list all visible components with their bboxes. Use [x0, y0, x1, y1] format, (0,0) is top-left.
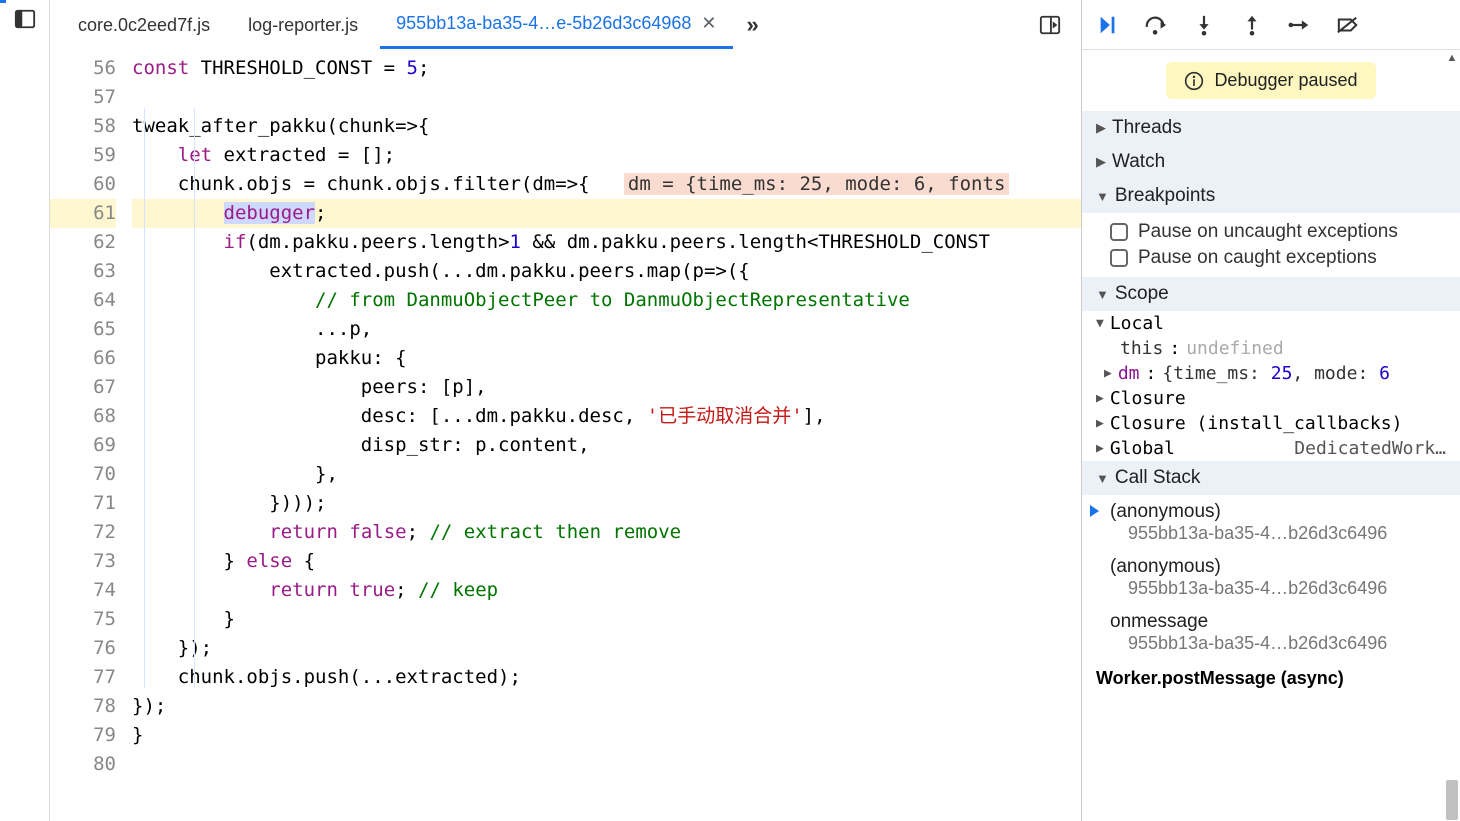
- chevron-down-icon: ▼: [1096, 189, 1109, 204]
- tab-core[interactable]: core.0c2eed7f.js: [62, 1, 226, 49]
- pause-caught-row[interactable]: Pause on caught exceptions: [1096, 245, 1460, 271]
- scope-closure[interactable]: ▶ Closure: [1082, 386, 1460, 411]
- stack-frame-2[interactable]: onmessage 955bb13a-ba35-4…b26d3c6496: [1082, 605, 1460, 660]
- chevron-right-icon: ▶: [1096, 416, 1104, 431]
- section-label: Threads: [1112, 117, 1182, 139]
- step-out-button[interactable]: [1240, 13, 1264, 37]
- checkbox-label: Pause on caught exceptions: [1138, 247, 1377, 269]
- checkbox[interactable]: [1110, 249, 1128, 267]
- step-button[interactable]: [1288, 13, 1312, 37]
- tab-label: core.0c2eed7f.js: [78, 15, 210, 36]
- section-label: Scope: [1115, 283, 1169, 305]
- resume-button[interactable]: [1096, 13, 1120, 37]
- chevron-down-icon: ▼: [1096, 316, 1104, 331]
- section-scope[interactable]: ▼ Scope: [1082, 277, 1460, 311]
- panel-toggle[interactable]: [0, 0, 50, 821]
- stack-frame-name: (anonymous): [1110, 556, 1446, 578]
- tab-log-reporter[interactable]: log-reporter.js: [232, 1, 374, 49]
- stack-frame-1[interactable]: (anonymous) 955bb13a-ba35-4…b26d3c6496: [1082, 550, 1460, 605]
- section-threads[interactable]: ▶ Threads: [1082, 111, 1460, 145]
- step-into-button[interactable]: [1192, 13, 1216, 37]
- debugger-panel: Debugger paused ▶ Threads ▶ Watch ▼ Breakpo…: [1081, 0, 1460, 821]
- gutter: 5657585960616263646566676869707172737475…: [50, 50, 132, 821]
- section-watch[interactable]: ▶ Watch: [1082, 145, 1460, 179]
- scope-global[interactable]: ▶ Global DedicatedWork…: [1082, 436, 1460, 461]
- editor-area: core.0c2eed7f.js log-reporter.js 955bb13…: [50, 0, 1081, 821]
- tab-label: 955bb13a-ba35-4…e-5b26d3c64968: [396, 13, 691, 34]
- info-icon: [1184, 71, 1204, 91]
- stack-frame-0[interactable]: (anonymous) 955bb13a-ba35-4…b26d3c6496: [1082, 495, 1460, 550]
- debugger-status-badge: Debugger paused: [1166, 62, 1375, 99]
- chevron-right-icon: ▶: [1096, 441, 1104, 456]
- section-label: Breakpoints: [1115, 185, 1215, 207]
- scope-label: Global: [1110, 438, 1175, 459]
- checkbox[interactable]: [1110, 223, 1128, 241]
- scope-local[interactable]: ▼ Local: [1082, 311, 1460, 336]
- run-panel-icon[interactable]: [1031, 14, 1069, 36]
- stack-frame-name: (anonymous): [1110, 501, 1446, 523]
- scope-value: undefined: [1186, 338, 1284, 359]
- section-label: Call Stack: [1115, 467, 1201, 489]
- chevron-right-icon: ▶: [1096, 120, 1106, 136]
- breakpoints-body: Pause on uncaught exceptions Pause on ca…: [1082, 213, 1460, 277]
- tab-label: log-reporter.js: [248, 15, 358, 36]
- status-text: Debugger paused: [1214, 70, 1357, 91]
- chevron-right-icon: ▶: [1104, 366, 1112, 381]
- tab-overflow-icon[interactable]: »: [739, 12, 767, 38]
- stack-frame-source: 955bb13a-ba35-4…b26d3c6496: [1110, 633, 1446, 654]
- status-row: Debugger paused: [1082, 50, 1460, 111]
- deactivate-breakpoints-button[interactable]: [1336, 13, 1360, 37]
- section-label: Watch: [1112, 151, 1165, 173]
- scope-closure-install[interactable]: ▶ Closure (install_callbacks): [1082, 411, 1460, 436]
- chevron-right-icon: ▶: [1096, 391, 1104, 406]
- tab-active[interactable]: 955bb13a-ba35-4…e-5b26d3c64968 ✕: [380, 1, 732, 49]
- scroll-thumb[interactable]: [1446, 780, 1458, 820]
- scope-key: dm: [1118, 363, 1140, 384]
- checkbox-label: Pause on uncaught exceptions: [1138, 221, 1398, 243]
- debugger-toolbar: [1082, 0, 1460, 50]
- stack-frame-name: onmessage: [1110, 611, 1446, 633]
- stack-async-boundary: Worker.postMessage (async): [1082, 660, 1460, 697]
- scope-dm[interactable]: ▶ dm: {time_ms: 25, mode: 6: [1082, 361, 1460, 386]
- chevron-down-icon: ▼: [1096, 471, 1109, 486]
- scope-label: Local: [1110, 313, 1164, 334]
- scrollbar-vertical[interactable]: ▲: [1444, 50, 1460, 821]
- scope-value: DedicatedWork…: [1294, 438, 1446, 459]
- step-over-button[interactable]: [1144, 13, 1168, 37]
- stack-frame-source: 955bb13a-ba35-4…b26d3c6496: [1110, 523, 1446, 544]
- scope-this: this: undefined: [1082, 336, 1460, 361]
- scope-label: Closure (install_callbacks): [1110, 413, 1403, 434]
- scope-value: {time_ms: 25, mode: 6: [1162, 363, 1390, 384]
- chevron-down-icon: ▼: [1096, 287, 1109, 302]
- dock-left-icon: [14, 8, 36, 30]
- scope-key: this: [1120, 338, 1163, 359]
- close-icon[interactable]: ✕: [701, 13, 716, 34]
- pause-uncaught-row[interactable]: Pause on uncaught exceptions: [1096, 219, 1460, 245]
- section-breakpoints[interactable]: ▼ Breakpoints: [1082, 179, 1460, 213]
- section-callstack[interactable]: ▼ Call Stack: [1082, 461, 1460, 495]
- stack-frame-source: 955bb13a-ba35-4…b26d3c6496: [1110, 578, 1446, 599]
- tab-bar: core.0c2eed7f.js log-reporter.js 955bb13…: [50, 0, 1081, 50]
- code-editor[interactable]: 5657585960616263646566676869707172737475…: [50, 50, 1081, 821]
- scroll-up-icon[interactable]: ▲: [1444, 50, 1460, 66]
- scope-label: Closure: [1110, 388, 1186, 409]
- code-body: const THRESHOLD_CONST = 5;tweak_after_pa…: [132, 50, 1081, 821]
- chevron-right-icon: ▶: [1096, 154, 1106, 170]
